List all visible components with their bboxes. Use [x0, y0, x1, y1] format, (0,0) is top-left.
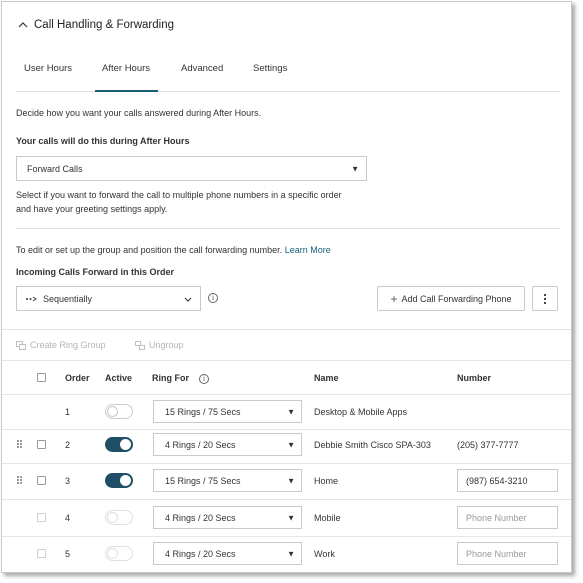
ring-for-value: 4 Rings / 20 Secs: [165, 439, 236, 450]
phone-number-value: (987) 654-3210: [466, 475, 528, 486]
column-ring-for: Ring For: [152, 373, 189, 383]
divider: [2, 329, 571, 330]
phone-number-placeholder: Phone Number: [466, 548, 527, 559]
sequential-dots-icon: [26, 296, 37, 301]
dropdown-triangle-icon: ▼: [351, 164, 359, 173]
row-order: 4: [65, 513, 71, 523]
tab-after-hours[interactable]: After Hours: [102, 63, 150, 74]
section-title: Call Handling & Forwarding: [34, 19, 174, 31]
vertical-ellipsis-icon: [543, 293, 547, 304]
active-toggle[interactable]: [105, 546, 133, 561]
order-label: Incoming Calls Forward in this Order: [16, 267, 175, 277]
column-active: Active: [105, 373, 133, 383]
active-toggle[interactable]: [105, 473, 133, 488]
learn-more-link[interactable]: Learn More: [285, 245, 331, 255]
group-help: To edit or set up the group and position…: [16, 245, 331, 255]
plus-icon: +: [390, 291, 398, 306]
divider: [16, 228, 560, 229]
row-name: Mobile: [314, 513, 341, 523]
divider: [2, 429, 571, 430]
phone-number-placeholder: Phone Number: [466, 512, 527, 523]
row-order: 1: [65, 407, 71, 417]
ring-for-select[interactable]: 15 Rings / 75 Secs ▼: [153, 469, 302, 492]
column-order: Order: [65, 373, 90, 383]
add-phone-label: Add Call Forwarding Phone: [401, 293, 512, 304]
row-name: Work: [314, 549, 335, 559]
section-header[interactable]: Call Handling & Forwarding: [16, 17, 174, 33]
more-options-button[interactable]: [532, 286, 558, 311]
dropdown-triangle-icon: ▼: [287, 476, 295, 485]
divider: [2, 463, 571, 464]
active-toggle[interactable]: [105, 510, 133, 525]
tab-settings[interactable]: Settings: [253, 63, 287, 74]
ungroup-icon: [135, 340, 145, 350]
calls-label: Your calls will do this during After Hou…: [16, 136, 190, 146]
row-checkbox[interactable]: [37, 549, 46, 558]
active-toggle[interactable]: [105, 437, 133, 452]
group-help-text: To edit or set up the group and position…: [16, 245, 283, 255]
chevron-up-icon[interactable]: [16, 18, 30, 32]
ring-for-value: 4 Rings / 20 Secs: [165, 512, 236, 523]
tab-advanced[interactable]: Advanced: [181, 63, 223, 74]
tab-user-hours[interactable]: User Hours: [24, 63, 72, 74]
drag-handle-icon[interactable]: [17, 476, 23, 486]
ring-for-value: 4 Rings / 20 Secs: [165, 548, 236, 559]
intro-text: Decide how you want your calls answered …: [16, 108, 262, 118]
call-action-help-line2: and have your greeting settings apply.: [16, 204, 168, 214]
create-ring-group-label: Create Ring Group: [30, 340, 106, 350]
drag-handle-icon[interactable]: [17, 440, 23, 450]
row-checkbox[interactable]: [37, 440, 46, 449]
divider: [2, 499, 571, 500]
order-select-value: Sequentially: [43, 293, 93, 304]
row-name: Desktop & Mobile Apps: [314, 407, 408, 417]
active-toggle[interactable]: [105, 404, 133, 419]
dropdown-triangle-icon: ▼: [287, 513, 295, 522]
dropdown-triangle-icon: ▼: [287, 407, 295, 416]
column-name: Name: [314, 373, 339, 383]
row-number: (205) 377-7777: [457, 440, 519, 450]
order-select[interactable]: Sequentially: [16, 286, 201, 311]
row-name: Home: [314, 476, 339, 486]
ring-for-select[interactable]: 4 Rings / 20 Secs ▼: [153, 542, 302, 565]
phone-number-input[interactable]: Phone Number: [457, 506, 558, 529]
row-order: 2: [65, 440, 71, 450]
call-action-help: Select if you want to forward the call t…: [16, 188, 342, 216]
chevron-down-icon: [184, 297, 192, 302]
divider: [2, 360, 571, 361]
row-name: Debbie Smith Cisco SPA-303: [314, 440, 431, 450]
phone-number-input[interactable]: (987) 654-3210: [457, 469, 558, 492]
add-call-forwarding-phone-button[interactable]: + Add Call Forwarding Phone: [377, 286, 525, 311]
tab-bar: User Hours After Hours Advanced Settings: [16, 52, 560, 92]
dropdown-triangle-icon: ▼: [287, 440, 295, 449]
ring-for-select[interactable]: 4 Rings / 20 Secs ▼: [153, 433, 302, 456]
ring-for-select[interactable]: 4 Rings / 20 Secs ▼: [153, 506, 302, 529]
call-action-value: Forward Calls: [27, 163, 83, 174]
info-icon[interactable]: i: [208, 293, 218, 303]
ring-for-value: 15 Rings / 75 Secs: [165, 475, 241, 486]
active-tab-indicator: [95, 90, 158, 92]
ungroup-label: Ungroup: [149, 340, 184, 350]
row-checkbox[interactable]: [37, 513, 46, 522]
row-checkbox[interactable]: [37, 476, 46, 485]
call-handling-panel: Call Handling & Forwarding User Hours Af…: [1, 1, 572, 573]
call-action-help-line1: Select if you want to forward the call t…: [16, 190, 342, 200]
row-order: 5: [65, 549, 71, 559]
divider: [2, 536, 571, 537]
divider: [2, 394, 571, 395]
ring-for-value: 15 Rings / 75 Secs: [165, 406, 241, 417]
ring-for-info-icon[interactable]: i: [199, 374, 209, 384]
phone-number-input[interactable]: Phone Number: [457, 542, 558, 565]
ring-group-icon: [16, 340, 26, 350]
call-action-select[interactable]: Forward Calls ▼: [16, 156, 367, 181]
ungroup-button[interactable]: Ungroup: [135, 340, 184, 350]
select-all-checkbox[interactable]: [37, 373, 46, 382]
dropdown-triangle-icon: ▼: [287, 549, 295, 558]
column-number: Number: [457, 373, 492, 383]
row-order: 3: [65, 476, 71, 486]
ring-for-select[interactable]: 15 Rings / 75 Secs ▼: [153, 400, 302, 423]
create-ring-group-button[interactable]: Create Ring Group: [16, 340, 106, 350]
